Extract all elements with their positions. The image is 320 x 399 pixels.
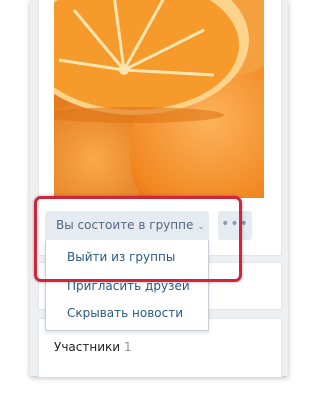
membership-status-label: Вы состоите в группе xyxy=(56,218,194,232)
members-count: 1 xyxy=(124,340,132,354)
group-photo[interactable] xyxy=(54,0,264,198)
chevron-down-icon: ⌄ xyxy=(197,222,205,232)
more-dots-icon: ••• xyxy=(221,216,249,232)
membership-dropdown: Выйти из группы Пригласить друзей Скрыва… xyxy=(45,240,209,331)
membership-status-button[interactable]: Вы состоите в группе ⌄ xyxy=(45,211,209,240)
members-block[interactable]: Участники 1 xyxy=(54,340,132,354)
more-actions-button[interactable]: ••• xyxy=(218,211,252,240)
menu-item-invite-friends[interactable]: Пригласить друзей xyxy=(67,279,190,293)
members-label: Участники xyxy=(54,340,121,354)
menu-item-leave-group[interactable]: Выйти из группы xyxy=(67,250,175,264)
oranges-image xyxy=(54,0,264,198)
menu-item-hide-news[interactable]: Скрывать новости xyxy=(67,306,183,320)
